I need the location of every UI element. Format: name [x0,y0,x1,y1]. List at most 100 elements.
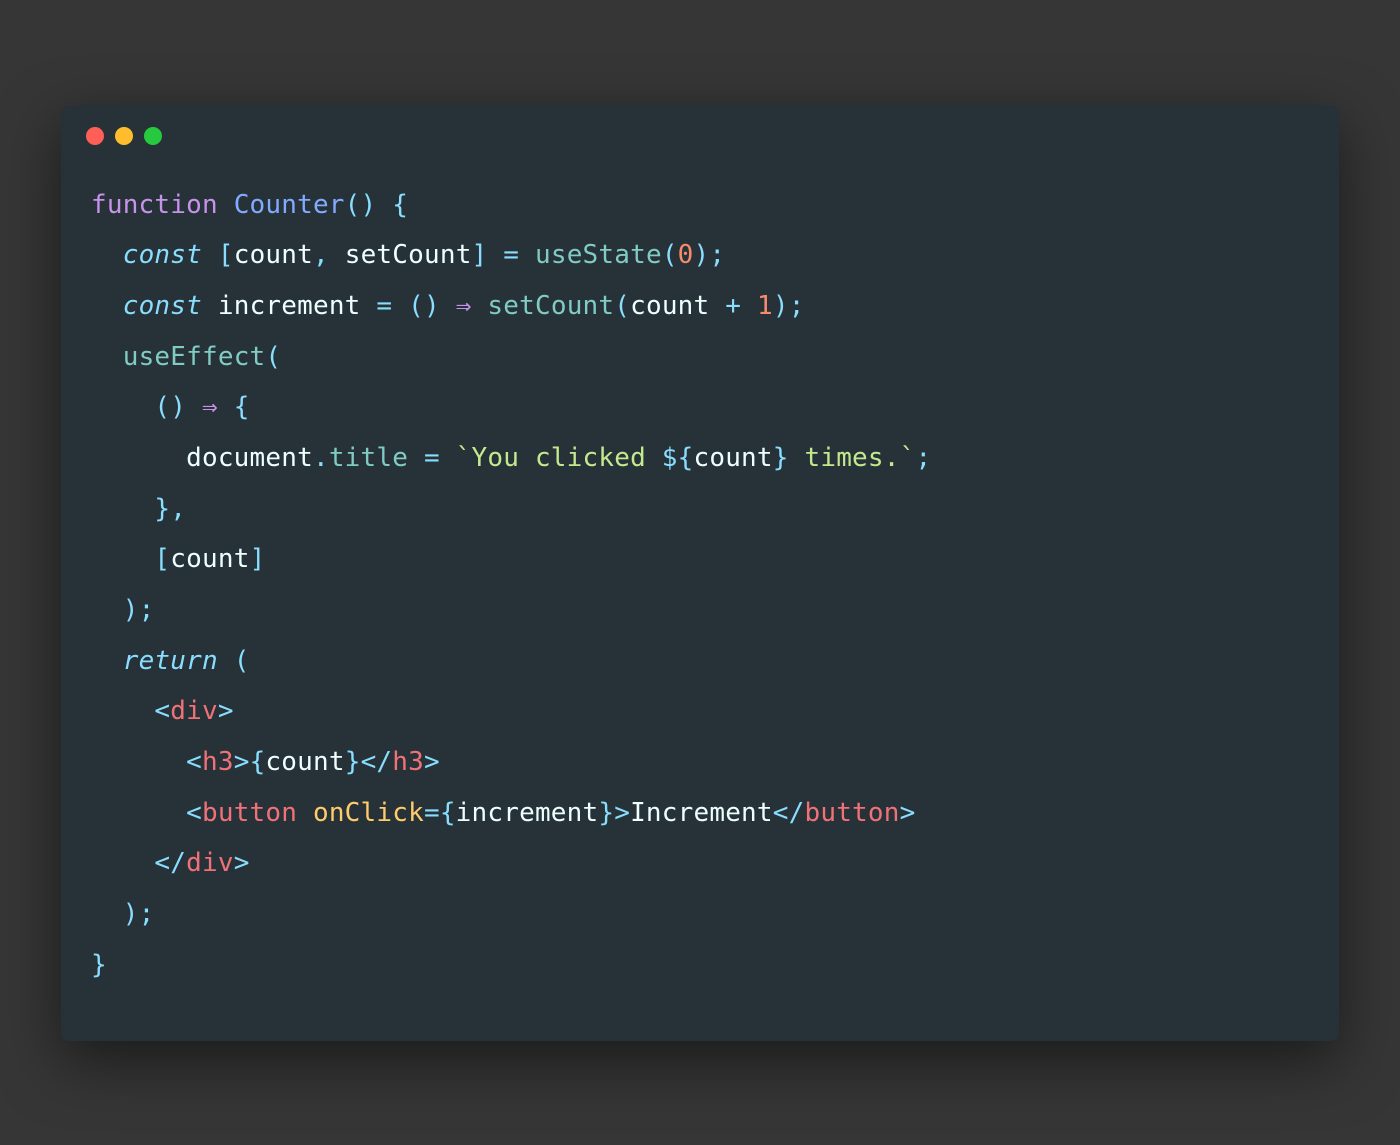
jsx-tag: div [186,848,234,878]
paren: ) [123,595,139,625]
paren: ) [694,240,710,270]
prop: title [329,443,408,473]
code-line: const increment = () ⇒ setCount(count + … [91,291,805,321]
brace: } [773,443,789,473]
angle: > [900,798,916,828]
bracket: [ [154,544,170,574]
op: = [424,443,440,473]
kw-const: const [123,240,202,270]
ident: count [694,443,773,473]
fn-name: Counter [234,190,345,220]
angle: > [218,696,234,726]
code-line: ); [91,595,154,625]
ident: count [265,747,344,777]
number: 0 [678,240,694,270]
semi: ; [709,240,725,270]
paren: ) [123,899,139,929]
close-icon[interactable] [86,127,104,145]
code-block: function Counter() { const [count, setCo… [61,155,1339,1011]
code-line: } [91,950,107,980]
paren: ( [662,240,678,270]
ident: increment [456,798,599,828]
comma: , [170,494,186,524]
jsx-tag: h3 [392,747,424,777]
semi: ; [915,443,931,473]
ident: count [234,240,313,270]
code-line: ); [91,899,154,929]
code-line: <button onClick={increment}>Increment</b… [91,798,915,828]
brace: { [440,798,456,828]
code-line: const [count, setCount] = useState(0); [91,240,725,270]
interp: $ [662,443,678,473]
ident: document [186,443,313,473]
arrow: ⇒ [456,291,472,321]
code-window: function Counter() { const [count, setCo… [61,105,1339,1041]
fn-call: useState [535,240,662,270]
dot: . [313,443,329,473]
code-line: <h3>{count}</h3> [91,747,440,777]
semi: ; [139,899,155,929]
semi: ; [139,595,155,625]
string: times. [789,443,900,473]
op: = [503,240,519,270]
op: = [376,291,392,321]
angle: < [186,747,202,777]
angle: < [361,747,377,777]
fn-call: setCount [487,291,614,321]
angle: > [424,747,440,777]
jsx-text: Increment [630,798,773,828]
code-line: return ( [91,646,250,676]
string: ` [456,443,472,473]
ident: count [170,544,249,574]
maximize-icon[interactable] [144,127,162,145]
brace: } [598,798,614,828]
kw-const: const [123,291,202,321]
jsx-tag: h3 [202,747,234,777]
kw-return: return [123,646,218,676]
code-line: () ⇒ { [91,392,250,422]
slash: / [376,747,392,777]
paren: ) [361,190,377,220]
brace: { [234,392,250,422]
brace: } [91,950,107,980]
paren: ( [265,342,281,372]
kw-function: function [91,190,218,220]
code-line: }, [91,494,186,524]
comma: , [313,240,329,270]
code-line: useEffect( [91,342,281,372]
arrow: ⇒ [202,392,218,422]
number: 1 [757,291,773,321]
angle: < [186,798,202,828]
paren: ) [424,291,440,321]
code-line: document.title = `You clicked ${count} t… [91,443,931,473]
string: You clicked [472,443,662,473]
angle: < [154,696,170,726]
angle: > [234,747,250,777]
bracket: ] [472,240,488,270]
angle: > [234,848,250,878]
brace: } [154,494,170,524]
paren: ( [154,392,170,422]
ident: increment [218,291,361,321]
angle: > [614,798,630,828]
code-line: <div> [91,696,234,726]
brace: } [345,747,361,777]
angle: < [154,848,170,878]
paren: ( [408,291,424,321]
bracket: ] [250,544,266,574]
ident: count [630,291,709,321]
angle: < [773,798,789,828]
string: ` [900,443,916,473]
bracket: [ [218,240,234,270]
jsx-tag: button [202,798,297,828]
jsx-tag: div [170,696,218,726]
slash: / [170,848,186,878]
ident: setCount [345,240,472,270]
minimize-icon[interactable] [115,127,133,145]
paren: ) [170,392,186,422]
window-traffic-lights [61,105,1339,155]
code-line: </div> [91,848,250,878]
paren: ( [614,291,630,321]
fn-call: useEffect [123,342,266,372]
paren: ( [345,190,361,220]
